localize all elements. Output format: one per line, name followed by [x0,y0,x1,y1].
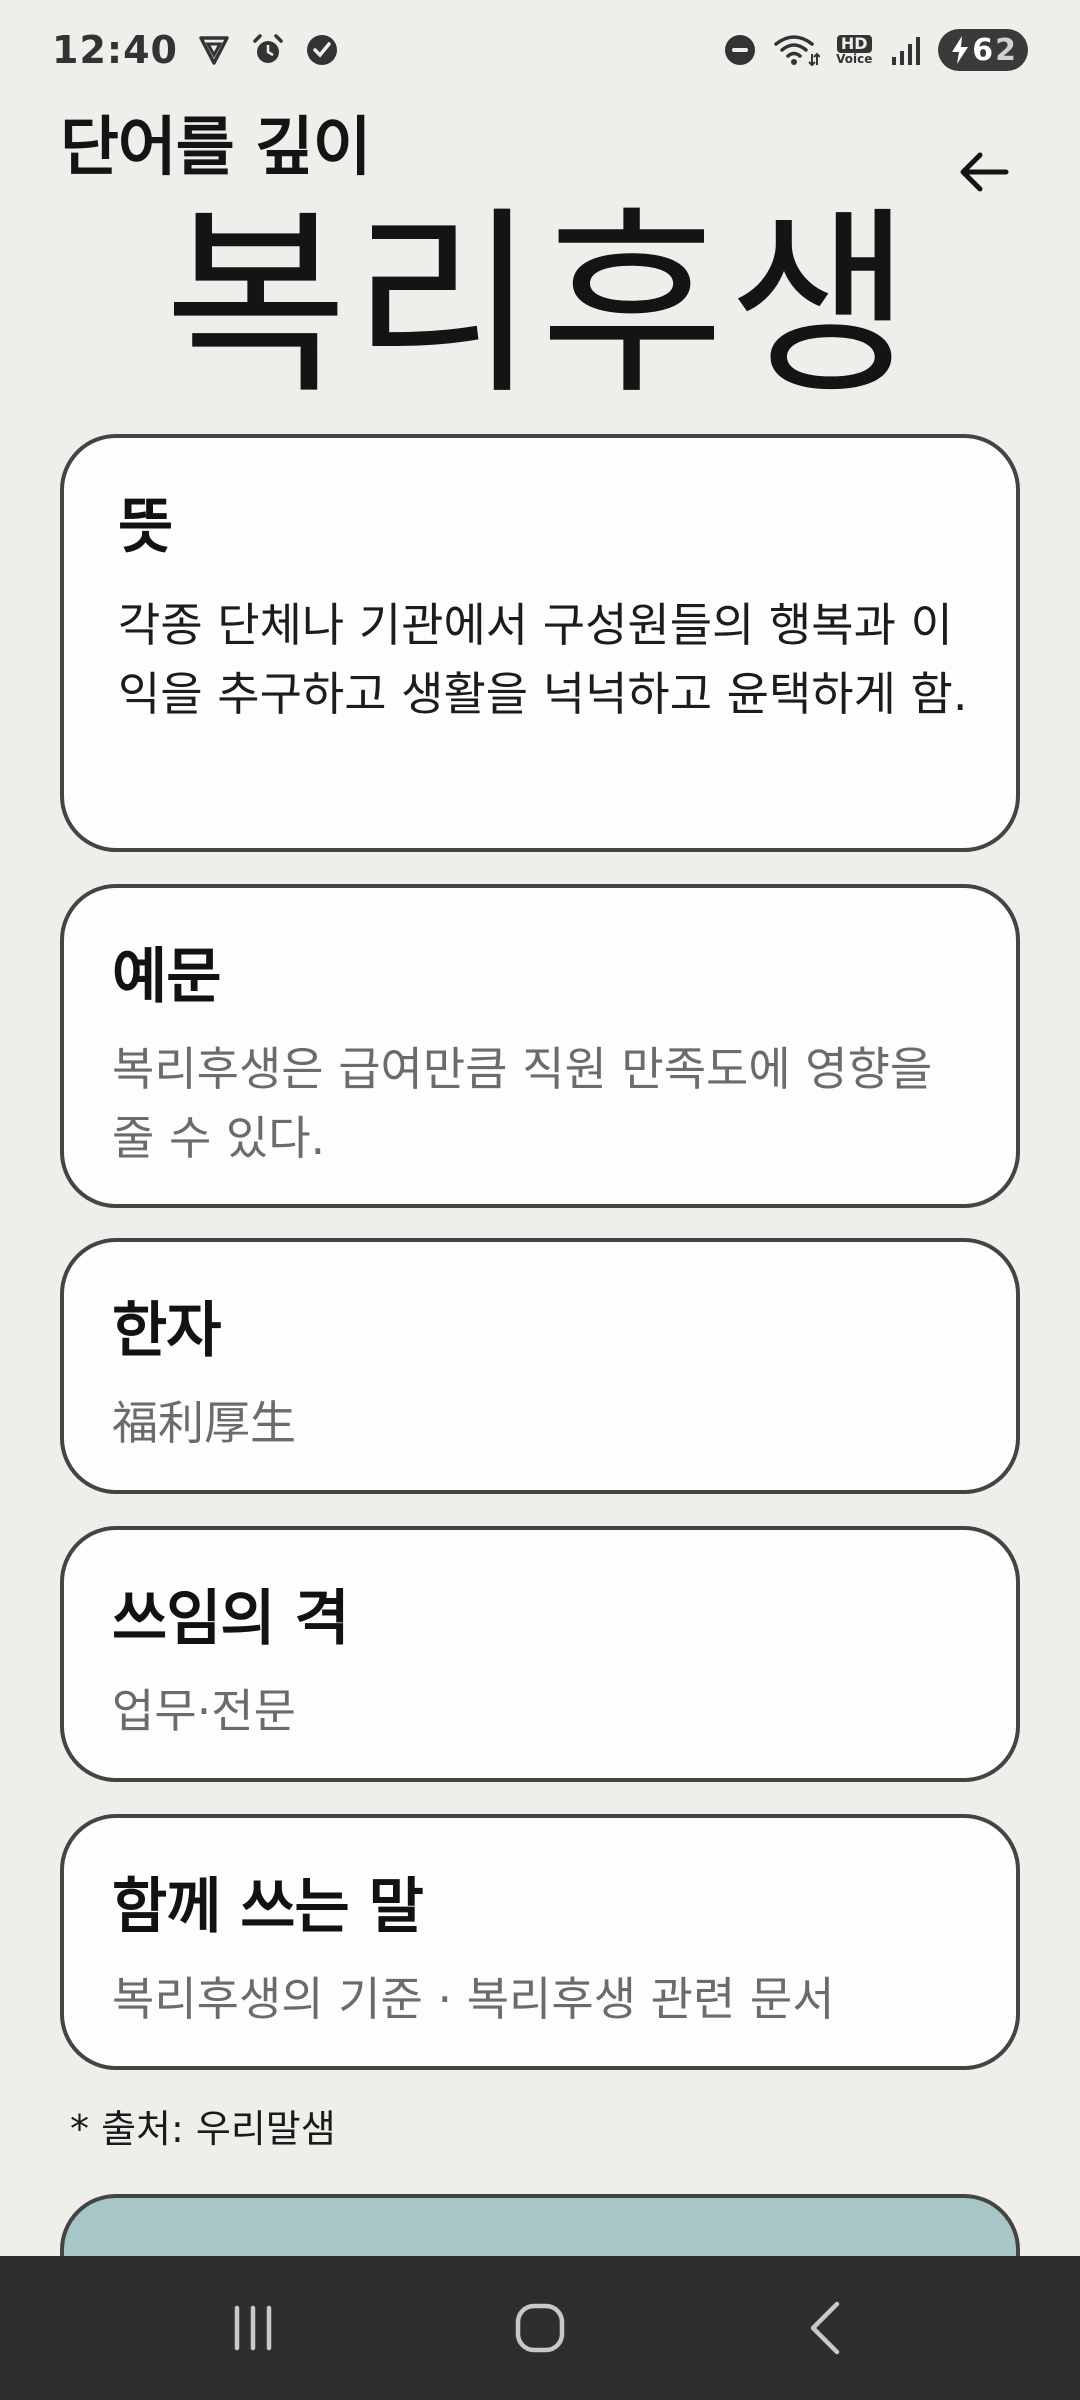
back-nav-button[interactable] [767,2268,887,2388]
meaning-card-title: 뜻 [118,492,173,562]
headword: 복리후생 [163,189,916,422]
collocation-card: 함께 쓰는 말 복리후생의 기준 · 복리후생 관련 문서 [60,1814,1020,2070]
wifi-icon [772,32,821,68]
example-card: 예문 복리후생은 급여만큼 직원 만족도에 영향을 줄 수 있다. [60,884,1020,1208]
collocation-card-body: 복리후생의 기준 · 복리후생 관련 문서 [112,1972,835,2026]
status-bar: 12:40 HD Voice 6 2 [0,0,1080,100]
hanja-card: 한자 福利厚生 [60,1238,1020,1494]
collocation-card-title: 함께 쓰는 말 [112,1872,424,1942]
example-card-body: 복리후생은 급여만큼 직원 만족도에 영향을 줄 수 있다. [112,1042,933,1165]
battery-indicator: 62 [938,29,1028,71]
do-not-disturb-icon [722,32,758,68]
recent-apps-button[interactable] [193,2268,313,2388]
meaning-card-body: 각종 단체나 기관에서 구성원들의 행복과 이익을 추구하고 생활을 넉넉하고 … [118,598,968,721]
status-time: 12:40 [52,28,178,72]
battery-charging-icon [952,36,969,64]
home-button[interactable] [480,2268,600,2388]
home-icon [515,2303,565,2353]
status-left: 12:40 [52,28,340,72]
alarm-icon [250,32,286,68]
check-circle-icon [304,32,340,68]
signal-icon [888,32,924,68]
navigation-bar [0,2256,1080,2400]
hd-voice-icon: HD Voice [834,32,874,68]
vpn-icon [196,32,232,68]
hd-voice-sub: Voice [836,52,873,66]
battery-level-first: 6 [972,32,994,68]
arrow-left-icon [960,152,1009,192]
meaning-card: 뜻 각종 단체나 기관에서 구성원들의 행복과 이익을 추구하고 생활을 넉넉하… [60,434,1020,852]
example-card-title: 예문 [112,942,221,1012]
status-right: HD Voice 62 [722,29,1028,71]
battery-level-second: 2 [995,32,1016,68]
word-detail-screen: 12:40 HD Voice 6 2 단어를 깊이 복리후생 뜻 각종 단체나 … [0,0,1080,2400]
hd-voice-label: HD [836,35,872,53]
hanja-card-body: 福利厚生 [112,1396,296,1450]
register-card: 쓰임의 격 업무·전문 [60,1526,1020,1782]
app-title: 단어를 깊이 [60,111,372,185]
register-card-body: 업무·전문 [112,1684,296,1738]
register-card-title: 쓰임의 격 [112,1584,350,1654]
chevron-left-icon [810,2301,839,2355]
source-note: * 출처: 우리말샘 [70,2107,336,2151]
hanja-card-title: 한자 [112,1296,221,1366]
recent-apps-icon [235,2305,272,2351]
